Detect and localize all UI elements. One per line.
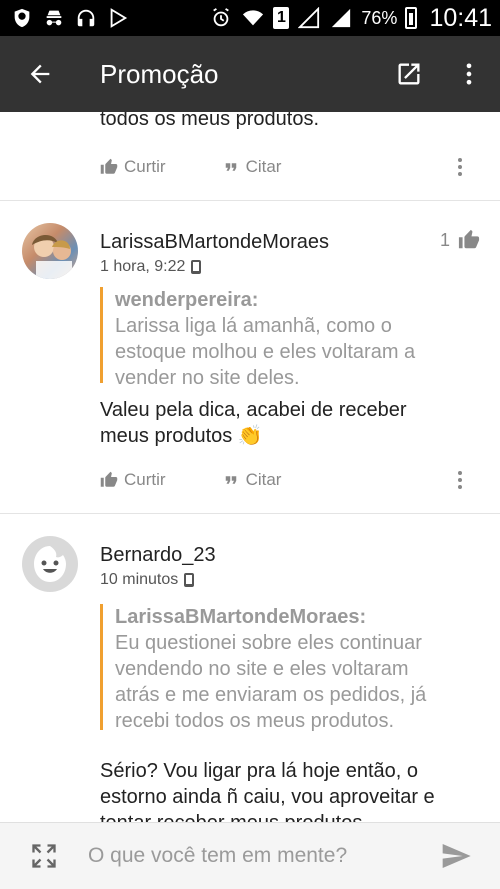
expand-icon bbox=[32, 844, 56, 868]
quote-label: Citar bbox=[245, 157, 282, 176]
quote-line: Larissa liga lá amanhã, como o bbox=[115, 315, 392, 337]
post-time: 1 hora, 9:22 bbox=[100, 258, 186, 275]
quote-line: Eu questionei sobre eles continuar bbox=[115, 632, 422, 654]
post-body-line: Valeu pela dica, acabei de receber bbox=[100, 399, 407, 421]
like-label: Curtir bbox=[124, 157, 166, 176]
post-body-line: Sério? Vou ligar pra lá hoje então, o bbox=[100, 760, 418, 782]
expand-composer-button[interactable] bbox=[0, 823, 88, 889]
like-button[interactable]: Curtir bbox=[100, 157, 166, 177]
like-count-value: 1 bbox=[439, 229, 450, 250]
username[interactable]: Bernardo_23 bbox=[100, 544, 216, 567]
like-label: Curtir bbox=[124, 470, 166, 489]
username[interactable]: LarissaBMartondeMoraes bbox=[100, 231, 329, 254]
more-vert-icon bbox=[458, 158, 462, 176]
quote-line: vendendo no site e eles voltaram bbox=[115, 658, 409, 680]
signal-icon bbox=[297, 6, 321, 30]
composer-bar bbox=[0, 822, 500, 889]
quote-button[interactable]: Citar bbox=[222, 157, 282, 177]
battery-percent: 76% bbox=[361, 7, 398, 28]
post-more-button[interactable] bbox=[450, 465, 470, 495]
arrow-back-icon bbox=[30, 64, 50, 84]
send-icon bbox=[442, 844, 471, 868]
avatar[interactable] bbox=[22, 536, 78, 592]
feed[interactable]: todos os meus produtos. Curtir Citar Lar… bbox=[0, 112, 500, 822]
alarm-icon bbox=[209, 6, 233, 30]
post-body-line: tentar receber meus produtos bbox=[100, 810, 435, 822]
like-button[interactable]: Curtir bbox=[100, 470, 166, 490]
open-external-button[interactable] bbox=[380, 36, 438, 112]
post-body: todos os meus produtos. bbox=[100, 112, 320, 130]
post-card: Bernardo_23 10 minutos LarissaBMartondeM… bbox=[0, 514, 500, 822]
post-actions: Curtir Citar bbox=[100, 152, 281, 182]
thumb-up-icon bbox=[100, 471, 118, 487]
status-bar: 1 76% 10:41 bbox=[0, 0, 500, 36]
post-card: todos os meus produtos. Curtir Citar bbox=[0, 112, 500, 201]
thumb-up-icon bbox=[100, 158, 118, 174]
post-card: LarissaBMartondeMoraes 1 1 hora, 9:22 we… bbox=[0, 201, 500, 514]
post-more-button[interactable] bbox=[450, 152, 470, 182]
quote-line: estoque molhou e eles voltaram a bbox=[115, 341, 416, 363]
clock: 10:41 bbox=[429, 3, 492, 32]
quote-line: atrás e me enviaram os pedidos, já bbox=[115, 684, 427, 706]
quote-line: vender no site deles. bbox=[115, 367, 300, 389]
post-time: 10 minutos bbox=[100, 571, 179, 588]
mobile-icon bbox=[191, 260, 202, 274]
post-body-line: meus produtos 👏 bbox=[100, 425, 263, 447]
open-external-icon bbox=[398, 63, 420, 85]
send-button[interactable] bbox=[412, 823, 500, 889]
mobile-icon bbox=[184, 573, 195, 587]
shield-icon bbox=[10, 6, 34, 30]
post-meta: 10 minutos bbox=[100, 571, 195, 589]
status-icons-left bbox=[10, 6, 130, 30]
play-store-icon bbox=[106, 6, 130, 30]
back-button[interactable] bbox=[0, 36, 80, 112]
overflow-menu-button[interactable] bbox=[438, 36, 500, 112]
app-bar: Promoção bbox=[0, 36, 500, 112]
avatar[interactable] bbox=[22, 223, 78, 279]
post-body-line: estorno ainda ñ caiu, vou aproveitar e bbox=[100, 786, 435, 808]
quote-button[interactable]: Citar bbox=[222, 470, 282, 490]
post-body: Sério? Vou ligar pra lá hoje então, o es… bbox=[100, 758, 435, 822]
quote-block: wenderpereira: Larissa liga lá amanhã, c… bbox=[100, 287, 480, 389]
quote-line: recebi todos os meus produtos. bbox=[115, 710, 395, 732]
headset-icon bbox=[74, 6, 98, 30]
quote-author[interactable]: wenderpereira: bbox=[115, 287, 480, 313]
more-vert-icon bbox=[458, 471, 462, 489]
more-vert-icon bbox=[466, 63, 472, 85]
sim-badge: 1 bbox=[273, 7, 290, 29]
quote-author[interactable]: LarissaBMartondeMoraes: bbox=[115, 604, 480, 630]
quote-block: LarissaBMartondeMoraes: Eu questionei so… bbox=[100, 604, 480, 732]
like-count[interactable]: 1 bbox=[440, 229, 480, 251]
quote-label: Citar bbox=[245, 470, 282, 489]
wifi-icon bbox=[241, 6, 265, 30]
signal-icon-2 bbox=[329, 6, 353, 30]
battery-icon bbox=[405, 7, 418, 29]
quote-icon bbox=[225, 476, 236, 484]
post-body: Valeu pela dica, acabei de receber meus … bbox=[100, 397, 407, 449]
composer-input[interactable] bbox=[88, 844, 412, 868]
quote-icon bbox=[225, 163, 236, 171]
thumb-up-icon bbox=[458, 229, 480, 249]
incognito-icon bbox=[42, 6, 66, 30]
post-actions: Curtir Citar bbox=[100, 465, 281, 495]
status-icons-right: 1 76% 10:41 bbox=[209, 4, 492, 33]
page-title: Promoção bbox=[100, 58, 219, 89]
post-meta: 1 hora, 9:22 bbox=[100, 258, 202, 276]
